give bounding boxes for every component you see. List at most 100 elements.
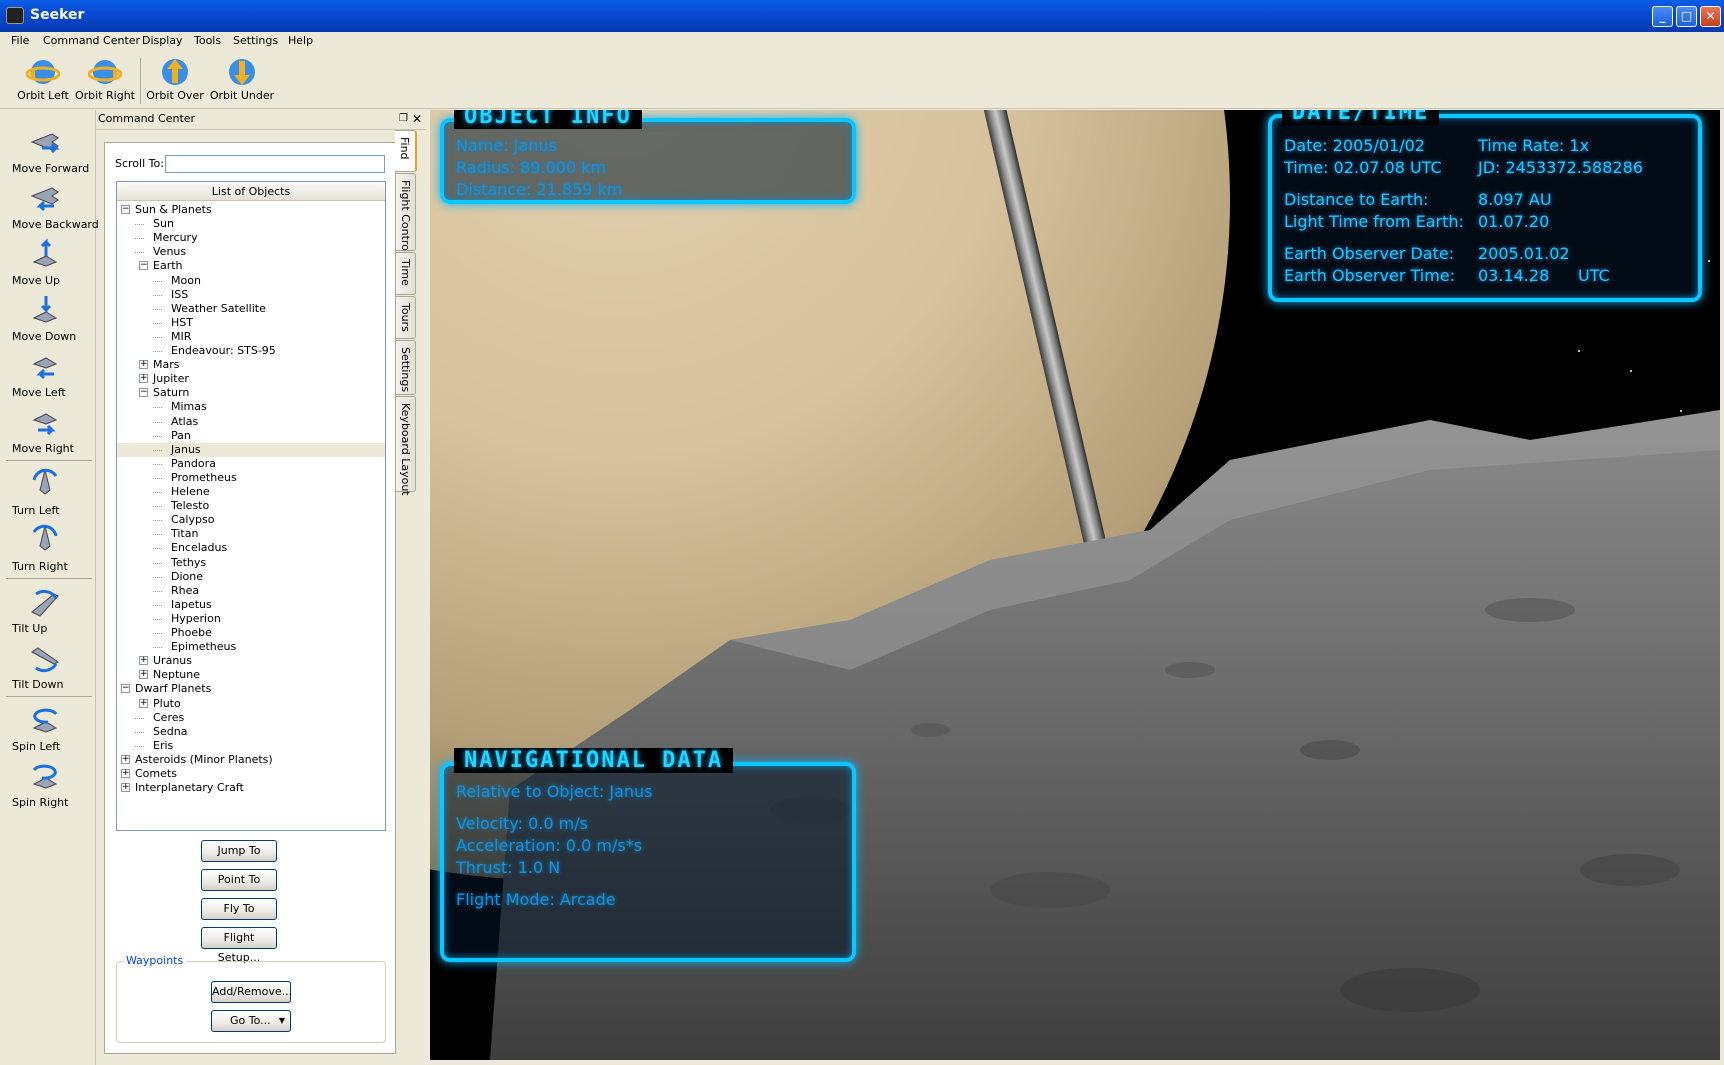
waypoint-go-to-dropdown[interactable]: Go To... ▼ <box>211 1010 291 1032</box>
tree-item[interactable]: Endeavour: STS-95 <box>117 344 385 358</box>
menu-tools[interactable]: Tools <box>194 34 221 47</box>
nav-data-title: NAVIGATIONAL DATA <box>454 748 734 773</box>
move-backward-button[interactable]: Move Backward <box>6 180 99 234</box>
expand-icon[interactable]: + <box>139 374 148 384</box>
expand-icon[interactable]: + <box>139 698 148 708</box>
tree-item[interactable]: Pandora <box>117 457 385 471</box>
tree-connector <box>153 322 162 324</box>
tree-item[interactable]: Dione <box>117 570 385 584</box>
tree-item[interactable]: Prometheus <box>117 471 385 485</box>
expand-icon[interactable]: + <box>139 656 148 666</box>
spin-left-button[interactable]: Spin Left <box>6 702 94 756</box>
move-up-button[interactable]: Move Up <box>6 236 94 290</box>
tree-item[interactable]: − Earth <box>117 259 385 273</box>
tab-keyboard-layout[interactable]: Keyboard Layout <box>396 396 416 496</box>
tree-item[interactable]: Janus <box>117 442 385 457</box>
orbit-left-button[interactable]: Orbit Left <box>10 54 76 106</box>
tree-item[interactable]: HST <box>117 316 385 330</box>
tree-item[interactable]: + Comets <box>117 767 385 781</box>
tree-item[interactable]: + Uranus <box>117 654 385 668</box>
tree-item[interactable]: Helene <box>117 485 385 499</box>
tree-item[interactable]: Titan <box>117 527 385 541</box>
tree-item-label: Atlas <box>171 414 199 428</box>
tree-item[interactable]: Ceres <box>117 711 385 725</box>
point-to-button[interactable]: Point To <box>201 869 277 891</box>
collapse-icon[interactable]: − <box>139 388 148 398</box>
menu-settings[interactable]: Settings <box>233 34 278 47</box>
move-down-button[interactable]: Move Down <box>6 292 94 346</box>
tree-item[interactable]: + Interplanetary Craft <box>117 781 385 795</box>
close-button[interactable]: ✕ <box>1700 6 1721 27</box>
tree-item[interactable]: Calypso <box>117 513 385 527</box>
tree-item[interactable]: Mercury <box>117 231 385 245</box>
maximize-button[interactable]: □ <box>1676 6 1697 27</box>
move-right-button[interactable]: Move Right <box>6 404 94 458</box>
space-viewport[interactable]: OBJECT INFO Name: Janus Radius: 89.000 k… <box>430 110 1720 1060</box>
tree-item[interactable]: Rhea <box>117 584 385 598</box>
scroll-to-input[interactable] <box>165 155 385 173</box>
tab-flight-controls[interactable]: Flight Controls <box>396 173 416 260</box>
tree-item[interactable]: Iapetus <box>117 598 385 612</box>
float-panel-icon[interactable]: ❐ <box>399 113 408 124</box>
expand-icon[interactable]: + <box>121 783 130 793</box>
object-tree[interactable]: List of Objects − Sun & Planets Sun Mercury… <box>116 181 386 831</box>
menu-display[interactable]: Display <box>142 34 183 47</box>
tree-item[interactable]: Venus <box>117 245 385 259</box>
tree-item[interactable]: ISS <box>117 288 385 302</box>
tree-item[interactable]: Sedna <box>117 725 385 739</box>
tab-settings[interactable]: Settings <box>396 340 416 395</box>
tree-item[interactable]: Moon <box>117 274 385 288</box>
collapse-icon[interactable]: − <box>139 261 148 271</box>
move-left-button[interactable]: Move Left <box>6 348 94 402</box>
tree-item[interactable]: Pan <box>117 429 385 443</box>
tree-item[interactable]: Hyperion <box>117 612 385 626</box>
tree-item[interactable]: Enceladus <box>117 541 385 555</box>
tree-item[interactable]: + Jupiter <box>117 372 385 386</box>
tree-item[interactable]: − Saturn <box>117 386 385 400</box>
expand-icon[interactable]: + <box>139 670 148 680</box>
fly-to-button[interactable]: Fly To <box>201 898 277 920</box>
orbit-over-button[interactable]: Orbit Over <box>142 54 208 106</box>
tree-item[interactable]: Sun <box>117 217 385 231</box>
tree-item[interactable]: + Pluto <box>117 697 385 711</box>
tree-item[interactable]: Tethys <box>117 556 385 570</box>
collapse-icon[interactable]: − <box>121 205 130 214</box>
collapse-icon[interactable]: − <box>121 684 130 694</box>
tree-item[interactable]: − Sun & Planets <box>117 203 385 217</box>
menu-command-center[interactable]: Command Center <box>43 34 140 47</box>
tilt-down-button[interactable]: Tilt Down <box>6 640 94 694</box>
move-forward-button[interactable]: Move Forward <box>6 124 94 178</box>
waypoint-add-remove-button[interactable]: Add/Remove... <box>211 981 292 1003</box>
menu-help[interactable]: Help <box>288 34 313 47</box>
tree-item[interactable]: MIR <box>117 330 385 344</box>
menu-file[interactable]: File <box>11 34 29 47</box>
time-value: Time: 02.07.08 UTC <box>1284 158 1442 177</box>
jump-to-button[interactable]: Jump To <box>201 840 277 862</box>
minimize-button[interactable]: _ <box>1652 6 1673 27</box>
expand-icon[interactable]: + <box>121 754 130 764</box>
tree-item[interactable]: − Dwarf Planets <box>117 682 385 696</box>
turn-right-button[interactable]: Turn Right <box>6 522 94 576</box>
expand-icon[interactable]: + <box>121 769 130 778</box>
tree-item[interactable]: + Neptune <box>117 668 385 682</box>
tree-item[interactable]: Atlas <box>117 415 385 429</box>
orbit-right-button[interactable]: Orbit Right <box>72 54 138 106</box>
orbit-under-button[interactable]: Orbit Under <box>209 54 275 106</box>
flight-setup-button[interactable]: Flight Setup... <box>201 927 277 964</box>
tree-item[interactable]: Weather Satellite <box>117 302 385 316</box>
tilt-up-button[interactable]: Tilt Up <box>6 584 94 638</box>
tree-item[interactable]: + Asteroids (Minor Planets) <box>117 753 385 767</box>
turn-left-button[interactable]: Turn Left <box>6 466 94 520</box>
tab-time[interactable]: Time <box>396 252 416 295</box>
tree-item[interactable]: Phoebe <box>117 626 385 640</box>
tree-item[interactable]: Eris <box>117 739 385 753</box>
expand-icon[interactable]: + <box>139 360 148 370</box>
tab-tours[interactable]: Tours <box>396 296 416 339</box>
tree-item[interactable]: Mimas <box>117 400 385 414</box>
tree-item[interactable]: + Mars <box>117 358 385 372</box>
spin-right-button[interactable]: Spin Right <box>6 758 94 812</box>
tree-item[interactable]: Epimetheus <box>117 640 385 654</box>
tab-find[interactable]: Find <box>395 130 417 172</box>
tree-item[interactable]: Telesto <box>117 499 385 513</box>
close-panel-icon[interactable]: ✕ <box>412 112 422 126</box>
